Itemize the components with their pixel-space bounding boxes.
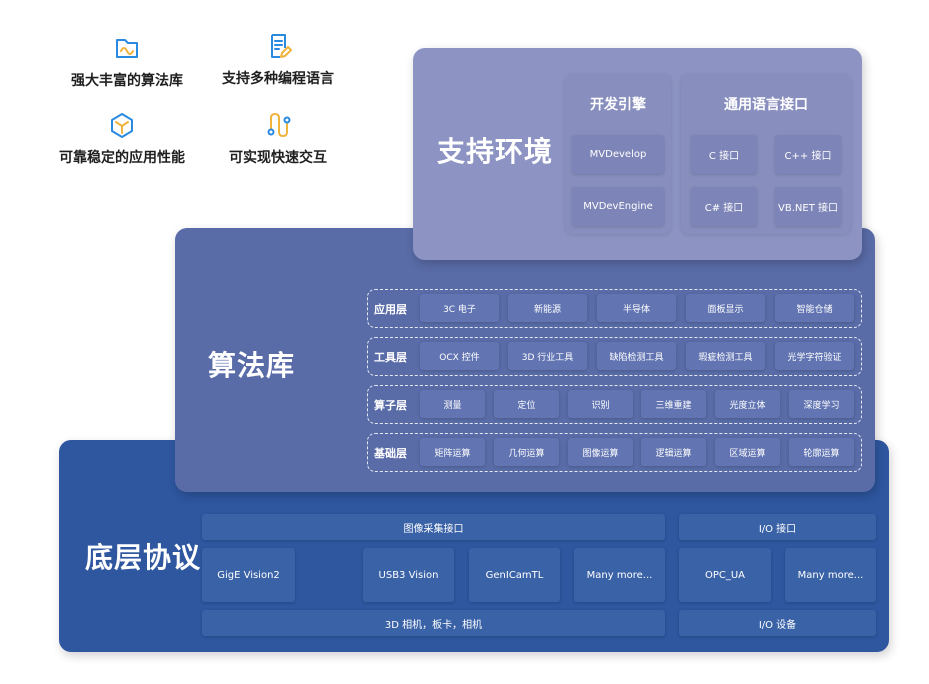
lang-item-vbnet[interactable]: VB.NET 接口 bbox=[775, 187, 841, 226]
io-interface-header[interactable]: I/O 接口 bbox=[679, 514, 876, 540]
image-acquisition-header[interactable]: 图像采集接口 bbox=[202, 514, 665, 540]
lang-item-cpp[interactable]: C++ 接口 bbox=[775, 135, 841, 174]
io-item-opc-ua[interactable]: OPC_UA bbox=[679, 548, 771, 602]
layer-label: 基础层 bbox=[374, 446, 407, 460]
feature-label: 可实现快速交互 bbox=[229, 150, 327, 166]
layer-item[interactable]: 深度学习 bbox=[789, 390, 854, 418]
folder-wave-icon bbox=[116, 39, 138, 58]
layer-item[interactable]: OCX 控件 bbox=[420, 342, 499, 370]
layer-item[interactable]: 3D 行业工具 bbox=[508, 342, 587, 370]
feature-label: 可靠稳定的应用性能 bbox=[59, 150, 185, 166]
language-interface-group: 通用语言接口 C 接口 C++ 接口 C# 接口 VB.NET 接口 bbox=[681, 74, 851, 234]
layer-item[interactable]: 图像运算 bbox=[568, 438, 633, 466]
feature-label: 支持多种编程语言 bbox=[222, 71, 334, 87]
language-interface-title: 通用语言接口 bbox=[724, 97, 808, 113]
lang-item-c[interactable]: C 接口 bbox=[691, 135, 757, 174]
layer-item[interactable]: 轮廓运算 bbox=[789, 438, 854, 466]
lang-item-csharp[interactable]: C# 接口 bbox=[691, 187, 757, 226]
layer-item[interactable]: 逻辑运算 bbox=[641, 438, 706, 466]
feature-stable-performance: 可靠稳定的应用性能 bbox=[42, 111, 202, 167]
protocol-item-usb3-vision[interactable]: USB3 Vision bbox=[363, 548, 454, 602]
feature-fast-interaction: 可实现快速交互 bbox=[198, 111, 358, 167]
feature-programming-languages: 支持多种编程语言 bbox=[198, 32, 358, 88]
layer-item[interactable]: 三维重建 bbox=[641, 390, 706, 418]
cube-icon bbox=[111, 113, 133, 138]
io-device-footer[interactable]: I/O 设备 bbox=[679, 610, 876, 636]
layer-item[interactable]: 面板显示 bbox=[686, 294, 765, 322]
layer-item[interactable]: 半导体 bbox=[597, 294, 676, 322]
layer-item[interactable]: 3C 电子 bbox=[420, 294, 499, 322]
layer-row-foundation: 基础层 矩阵运算 几何运算 图像运算 逻辑运算 区域运算 轮廓运算 bbox=[367, 433, 862, 472]
dev-engine-item-mvdevengine[interactable]: MVDevEngine bbox=[572, 187, 664, 226]
layer-row-application: 应用层 3C 电子 新能源 半导体 面板显示 智能仓储 bbox=[367, 289, 862, 328]
layer-label: 应用层 bbox=[374, 302, 407, 316]
dev-engine-group: 开发引擎 MVDevelop MVDevEngine bbox=[565, 74, 671, 234]
document-edit-icon bbox=[271, 34, 292, 58]
path-connect-icon bbox=[267, 112, 291, 138]
protocol-item-genicamtl[interactable]: GenICamTL bbox=[469, 548, 560, 602]
layer-row-operators: 算子层 测量 定位 识别 三维重建 光度立体 深度学习 bbox=[367, 385, 862, 424]
layer-item[interactable]: 智能仓储 bbox=[775, 294, 854, 322]
image-acquisition-footer[interactable]: 3D 相机，板卡，相机 bbox=[202, 610, 665, 636]
layer-item[interactable]: 光学字符验证 bbox=[775, 342, 854, 370]
layer-item[interactable]: 测量 bbox=[420, 390, 485, 418]
layer-item[interactable]: 矩阵运算 bbox=[420, 438, 485, 466]
layer-item[interactable]: 几何运算 bbox=[494, 438, 559, 466]
layer-row-tools: 工具层 OCX 控件 3D 行业工具 缺陷检测工具 瑕疵检测工具 光学字符验证 bbox=[367, 337, 862, 376]
protocol-title: 底层协议 bbox=[85, 541, 202, 574]
layer-label: 工具层 bbox=[374, 350, 407, 364]
dev-engine-title: 开发引擎 bbox=[590, 97, 646, 113]
layer-label: 算子层 bbox=[374, 398, 407, 412]
layer-item[interactable]: 瑕疵检测工具 bbox=[686, 342, 765, 370]
feature-label: 强大丰富的算法库 bbox=[71, 73, 183, 89]
layer-item[interactable]: 区域运算 bbox=[715, 438, 780, 466]
algorithm-library-panel: 算法库 应用层 3C 电子 新能源 半导体 面板显示 智能仓储 工具层 OCX … bbox=[175, 228, 875, 492]
feature-algorithm-library: 强大丰富的算法库 bbox=[47, 34, 207, 90]
layer-item[interactable]: 缺陷检测工具 bbox=[597, 342, 676, 370]
algorithm-library-title: 算法库 bbox=[208, 349, 296, 382]
protocol-item-gige-vision2[interactable]: GigE Vision2 bbox=[202, 548, 295, 602]
dev-engine-item-mvdevelop[interactable]: MVDevelop bbox=[572, 135, 664, 174]
layer-item[interactable]: 识别 bbox=[568, 390, 633, 418]
layer-item[interactable]: 光度立体 bbox=[715, 390, 780, 418]
support-environment-panel: 支持环境 开发引擎 MVDevelop MVDevEngine 通用语言接口 C… bbox=[413, 48, 862, 260]
support-environment-title: 支持环境 bbox=[437, 135, 554, 168]
protocol-item-many-more[interactable]: Many more... bbox=[574, 548, 665, 602]
layer-item[interactable]: 新能源 bbox=[508, 294, 587, 322]
layer-item[interactable]: 定位 bbox=[494, 390, 559, 418]
io-item-many-more[interactable]: Many more... bbox=[785, 548, 876, 602]
